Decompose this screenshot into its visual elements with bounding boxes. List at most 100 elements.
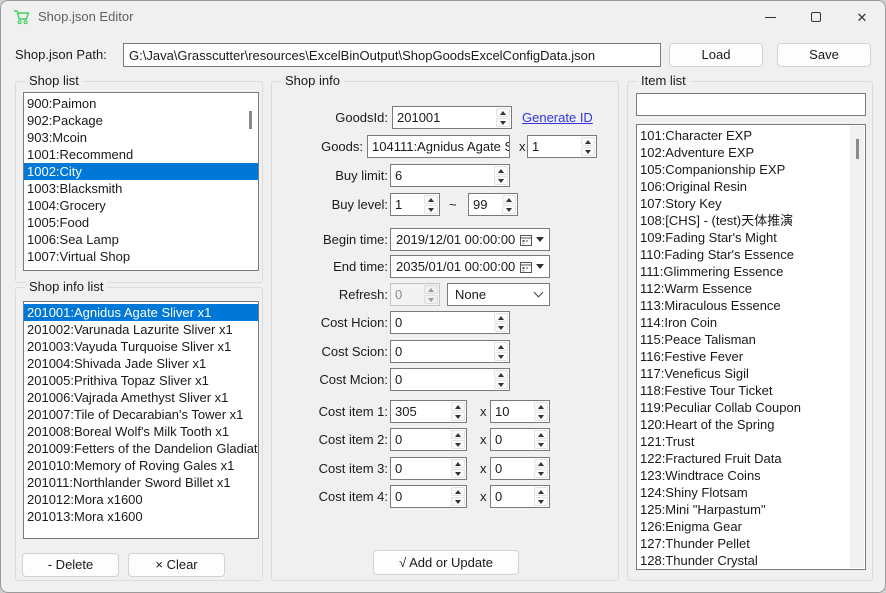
list-item[interactable]: 122:Fractured Fruit Data <box>637 450 865 467</box>
list-item[interactable]: 120:Heart of the Spring <box>637 416 865 433</box>
cost-item-count-spinner[interactable]: 0 <box>490 485 550 508</box>
add-or-update-button[interactable]: √ Add or Update <box>373 550 519 575</box>
list-item[interactable]: 201008:Boreal Wolf's Milk Tooth x1 <box>24 423 258 440</box>
list-item[interactable]: 201011:Northlander Sword Billet x1 <box>24 474 258 491</box>
begin-time-picker[interactable]: 2019/12/01 00:00:00 <box>390 228 550 251</box>
item-search-input[interactable] <box>636 93 866 116</box>
list-item[interactable]: 119:Peculiar Collab Coupon <box>637 399 865 416</box>
list-item[interactable]: 101:Character EXP <box>637 127 865 144</box>
shop-info-listbox[interactable]: 201001:Agnidus Agate Sliver x1201002:Var… <box>23 301 259 539</box>
shop-listbox[interactable]: 900:Paimon902:Package903:Mcoin1001:Recom… <box>23 92 259 271</box>
list-item[interactable]: 201001:Agnidus Agate Sliver x1 <box>24 304 258 321</box>
spin-down-icon[interactable] <box>494 380 508 389</box>
cost-item-id-spinner[interactable]: 0 <box>390 428 467 451</box>
spin-down-icon[interactable] <box>494 352 508 361</box>
list-item[interactable]: 1003:Blacksmith <box>24 180 258 197</box>
list-item[interactable]: 126:Enigma Gear <box>637 518 865 535</box>
list-item[interactable]: 201002:Varunada Lazurite Sliver x1 <box>24 321 258 338</box>
refresh-mode-combo[interactable]: None <box>447 283 550 306</box>
list-item[interactable]: 121:Trust <box>637 433 865 450</box>
spin-down-icon[interactable] <box>451 469 465 478</box>
spin-down-icon[interactable] <box>534 412 548 421</box>
minimize-button[interactable] <box>747 1 793 33</box>
cost-item-id-spinner[interactable]: 0 <box>390 485 467 508</box>
maximize-button[interactable] <box>793 1 839 33</box>
list-item[interactable]: 201005:Prithiva Topaz Sliver x1 <box>24 372 258 389</box>
list-item[interactable]: 1001:Recommend <box>24 146 258 163</box>
list-item[interactable]: 116:Festive Fever <box>637 348 865 365</box>
cost-mcion-spinner[interactable]: 0 <box>390 368 510 391</box>
spin-down-icon[interactable] <box>451 440 465 449</box>
load-button[interactable]: Load <box>669 43 763 67</box>
list-item[interactable]: 1006:Sea Lamp <box>24 231 258 248</box>
title-bar[interactable]: Shop.json Editor ✕ <box>1 1 885 33</box>
spin-up-icon[interactable] <box>534 430 548 439</box>
spin-up-icon[interactable] <box>494 370 508 379</box>
cost-item-count-spinner[interactable]: 0 <box>490 457 550 480</box>
spin-down-icon[interactable] <box>496 118 510 127</box>
spin-up-icon[interactable] <box>534 402 548 411</box>
spin-down-icon[interactable] <box>494 176 508 185</box>
spin-up-icon[interactable] <box>451 459 465 468</box>
end-time-picker[interactable]: 2035/01/01 00:00:00 <box>390 255 550 278</box>
scrollbar-track[interactable] <box>850 126 864 568</box>
dropdown-arrow-icon[interactable] <box>536 264 544 269</box>
spin-up-icon[interactable] <box>494 166 508 175</box>
list-item[interactable]: 123:Windtrace Coins <box>637 467 865 484</box>
list-item[interactable]: 118:Festive Tour Ticket <box>637 382 865 399</box>
list-item[interactable]: 107:Story Key <box>637 195 865 212</box>
spin-down-icon[interactable] <box>534 440 548 449</box>
scrollbar-thumb[interactable] <box>856 139 859 159</box>
cost-item-count-spinner[interactable]: 10 <box>490 400 550 423</box>
cost-hcion-spinner[interactable]: 0 <box>390 311 510 334</box>
list-item[interactable]: 1007:Virtual Shop <box>24 248 258 265</box>
spin-up-icon[interactable] <box>496 108 510 117</box>
list-item[interactable]: 105:Companionship EXP <box>637 161 865 178</box>
cost-item-id-spinner[interactable]: 0 <box>390 457 467 480</box>
spin-down-icon[interactable] <box>494 323 508 332</box>
buy-level-min-spinner[interactable]: 1 <box>390 193 440 216</box>
list-item[interactable]: 902:Package <box>24 112 258 129</box>
goods-id-spinner[interactable]: 201001 <box>392 106 512 129</box>
cost-item-count-spinner[interactable]: 0 <box>490 428 550 451</box>
list-item[interactable]: 128:Thunder Crystal <box>637 552 865 569</box>
spin-up-icon[interactable] <box>424 195 438 204</box>
list-item[interactable]: 110:Fading Star's Essence <box>637 246 865 263</box>
list-item[interactable]: 201012:Mora x1600 <box>24 491 258 508</box>
spin-down-icon[interactable] <box>451 497 465 506</box>
spin-up-icon[interactable] <box>581 137 595 146</box>
list-item[interactable]: 900:Paimon <box>24 95 258 112</box>
list-item[interactable]: 114:Iron Coin <box>637 314 865 331</box>
list-item[interactable]: 125:Mini "Harpastum" <box>637 501 865 518</box>
list-item[interactable]: 1002:City <box>24 163 258 180</box>
list-item[interactable]: 201003:Vayuda Turquoise Sliver x1 <box>24 338 258 355</box>
spin-up-icon[interactable] <box>451 487 465 496</box>
spin-up-icon[interactable] <box>494 342 508 351</box>
save-button[interactable]: Save <box>777 43 871 67</box>
list-item[interactable]: 106:Original Resin <box>637 178 865 195</box>
spin-up-icon[interactable] <box>494 313 508 322</box>
goods-combo[interactable]: 104111:Agnidus Agate Sliver <box>367 135 510 158</box>
list-item[interactable]: 102:Adventure EXP <box>637 144 865 161</box>
path-input[interactable] <box>123 43 661 67</box>
list-item[interactable]: 1005:Food <box>24 214 258 231</box>
spin-up-icon[interactable] <box>451 402 465 411</box>
list-item[interactable]: 109:Fading Star's Might <box>637 229 865 246</box>
list-item[interactable]: 201010:Memory of Roving Gales x1 <box>24 457 258 474</box>
list-item[interactable]: 903:Mcoin <box>24 129 258 146</box>
list-item[interactable]: 201006:Vajrada Amethyst Sliver x1 <box>24 389 258 406</box>
spin-up-icon[interactable] <box>534 487 548 496</box>
spin-down-icon[interactable] <box>581 147 595 156</box>
cost-scion-spinner[interactable]: 0 <box>390 340 510 363</box>
close-button[interactable]: ✕ <box>839 1 885 33</box>
item-listbox[interactable]: 101:Character EXP102:Adventure EXP105:Co… <box>636 124 866 570</box>
buy-limit-spinner[interactable]: 6 <box>390 164 510 187</box>
spin-up-icon[interactable] <box>534 459 548 468</box>
list-item[interactable]: 117:Veneficus Sigil <box>637 365 865 382</box>
spin-down-icon[interactable] <box>534 469 548 478</box>
spin-down-icon[interactable] <box>502 205 516 214</box>
delete-button[interactable]: - Delete <box>22 553 119 577</box>
list-item[interactable]: 201004:Shivada Jade Sliver x1 <box>24 355 258 372</box>
list-item[interactable]: 113:Miraculous Essence <box>637 297 865 314</box>
goods-count-spinner[interactable]: 1 <box>527 135 597 158</box>
